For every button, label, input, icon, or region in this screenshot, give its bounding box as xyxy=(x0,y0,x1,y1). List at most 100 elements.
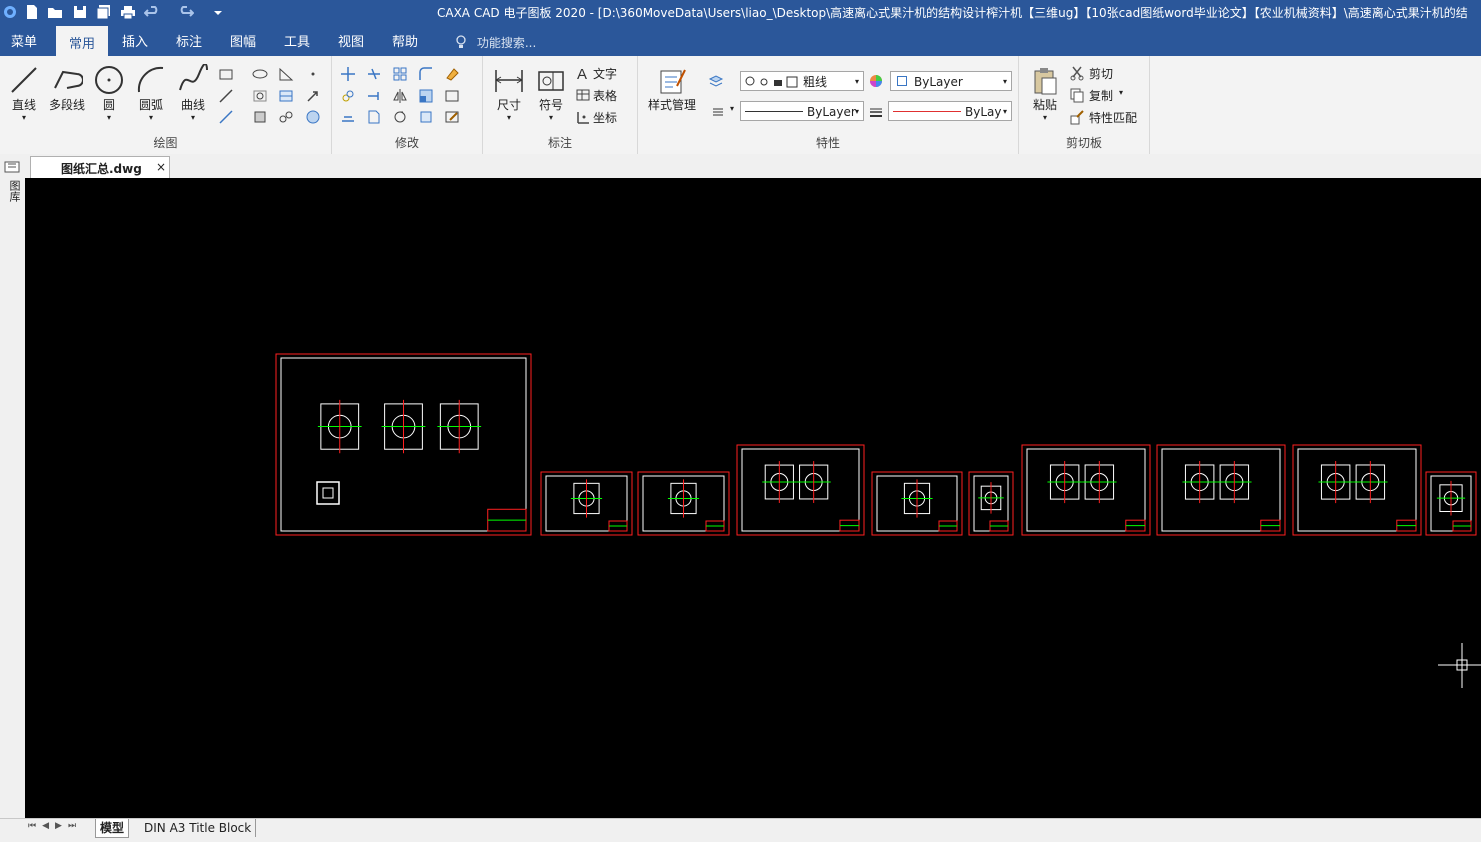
eraser-icon[interactable] xyxy=(444,66,460,82)
ribbon: 直线 ▾ 多段线 圆 ▾ 圆弧 ▾ 曲线 ▾ 绘图 修改 尺寸 ▾ 符号 ▾ A… xyxy=(0,56,1481,155)
image-icon[interactable] xyxy=(305,109,321,125)
edit-icon[interactable] xyxy=(444,109,460,125)
cut-label[interactable]: 剪切 xyxy=(1089,65,1113,82)
polyline-button[interactable]: 多段线 xyxy=(46,64,88,113)
match-properties-label[interactable]: 特性匹配 xyxy=(1089,109,1137,126)
lineweight-icon[interactable] xyxy=(868,104,884,120)
coordinate-icon[interactable] xyxy=(575,109,591,125)
linetype-manager-dropdown-icon[interactable]: ▾ xyxy=(730,104,734,113)
point-icon[interactable] xyxy=(305,66,321,82)
text-icon[interactable]: A xyxy=(575,65,591,81)
text-label[interactable]: 文字 xyxy=(593,65,617,82)
document-tab[interactable]: 图纸汇总.dwg × xyxy=(30,156,170,178)
drawing-sheets[interactable] xyxy=(275,353,1477,536)
arc-button[interactable]: 圆弧 ▾ xyxy=(132,64,170,122)
tab-insert[interactable]: 插入 xyxy=(112,26,158,56)
group-properties-label: 特性 xyxy=(815,136,840,150)
match-properties-icon[interactable] xyxy=(1069,109,1085,125)
dimension-button[interactable]: 尺寸 ▾ xyxy=(491,66,527,122)
table-icon[interactable] xyxy=(575,87,591,103)
hatch-icon[interactable] xyxy=(252,88,268,104)
rectangle-icon[interactable] xyxy=(218,66,234,82)
polygon-icon[interactable] xyxy=(278,66,294,82)
sheet-frame[interactable] xyxy=(1292,444,1422,536)
spline-dropdown-icon[interactable]: ▾ xyxy=(174,113,212,122)
dimension-dropdown-icon[interactable]: ▾ xyxy=(491,113,527,122)
scale-icon[interactable] xyxy=(418,88,434,104)
tab-tools[interactable]: 工具 xyxy=(274,26,320,56)
line-button[interactable]: 直线 ▾ xyxy=(6,64,42,122)
move-icon[interactable] xyxy=(340,66,356,82)
sheet-frame[interactable] xyxy=(1156,444,1286,536)
circle-button[interactable]: 圆 ▾ xyxy=(92,64,126,122)
lineweight-dropdown[interactable]: ByLay ▾ xyxy=(888,101,1012,121)
copy-icon[interactable] xyxy=(1069,87,1085,103)
table-label[interactable]: 表格 xyxy=(593,87,617,104)
layout-tab-model[interactable]: 模型 xyxy=(95,819,130,838)
close-icon[interactable]: × xyxy=(156,160,166,174)
coordinate-label[interactable]: 坐标 xyxy=(593,109,617,126)
layout-tab-din-a3[interactable]: DIN A3 Title Block xyxy=(140,819,257,837)
copy-label[interactable]: 复制 xyxy=(1089,87,1113,104)
stretch-icon[interactable] xyxy=(444,88,460,104)
trim-icon[interactable] xyxy=(366,66,382,82)
cloud-icon[interactable] xyxy=(278,109,294,125)
drawing-area[interactable] xyxy=(25,178,1481,818)
menu-main[interactable]: 菜单 xyxy=(0,26,48,56)
layer-dropdown[interactable]: 粗线 ▾ xyxy=(740,71,864,91)
tab-view[interactable]: 视图 xyxy=(328,26,374,56)
new-file-icon[interactable] xyxy=(24,4,40,20)
linetype-manager-icon[interactable] xyxy=(710,104,726,120)
tab-help[interactable]: 帮助 xyxy=(382,26,428,56)
symbol-button[interactable]: 符号 ▾ xyxy=(533,66,569,122)
style-manager-button[interactable]: 样式管理 xyxy=(644,66,700,113)
linetype-dropdown[interactable]: ByLayer ▾ xyxy=(740,101,864,121)
save-icon[interactable] xyxy=(72,4,88,20)
offset-icon[interactable] xyxy=(340,109,356,125)
break-icon[interactable] xyxy=(366,109,382,125)
gallery-toggle-icon[interactable] xyxy=(4,160,20,174)
gallery-panel-label[interactable]: 图库 xyxy=(6,180,21,202)
print-icon[interactable] xyxy=(120,4,136,20)
layout-nav-arrows[interactable]: ⏮◀▶⏭ xyxy=(28,821,82,831)
copy-dropdown-icon[interactable]: ▾ xyxy=(1119,88,1123,97)
layer-manager-icon[interactable] xyxy=(708,73,724,89)
style-manager-icon xyxy=(660,69,686,94)
cut-icon[interactable] xyxy=(1069,65,1085,81)
circle-dropdown-icon[interactable]: ▾ xyxy=(92,113,126,122)
ellipse-icon[interactable] xyxy=(252,66,268,82)
line-dropdown-icon[interactable]: ▾ xyxy=(6,113,42,122)
fillet-icon[interactable] xyxy=(418,66,434,82)
array-icon[interactable] xyxy=(392,66,408,82)
paste-dropdown-icon[interactable]: ▾ xyxy=(1027,113,1063,122)
arrow-icon[interactable] xyxy=(305,88,321,104)
color-wheel-icon[interactable] xyxy=(868,73,884,89)
spline-button[interactable]: 曲线 ▾ xyxy=(174,64,212,122)
tab-sheet[interactable]: 图幅 xyxy=(220,26,266,56)
open-folder-icon[interactable] xyxy=(47,4,63,20)
color-dropdown[interactable]: ByLayer ▾ xyxy=(890,71,1012,91)
centerline-icon[interactable] xyxy=(218,88,234,104)
copy-object-icon[interactable] xyxy=(340,88,356,104)
sheet-frame[interactable] xyxy=(1021,444,1151,536)
sheet-frame[interactable] xyxy=(736,444,865,536)
block-icon[interactable] xyxy=(252,109,268,125)
table-draw-icon[interactable] xyxy=(278,88,294,104)
paste-button[interactable]: 粘贴 ▾ xyxy=(1027,66,1063,122)
rotate-icon[interactable] xyxy=(392,109,408,125)
extend-icon[interactable] xyxy=(366,88,382,104)
app-icon[interactable] xyxy=(2,4,18,20)
symbol-dropdown-icon[interactable]: ▾ xyxy=(533,113,569,122)
save-all-icon[interactable] xyxy=(96,4,112,20)
offset-line-icon[interactable] xyxy=(218,109,234,125)
redo-icon[interactable] xyxy=(178,4,194,20)
tab-annotate[interactable]: 标注 xyxy=(166,26,212,56)
tab-common[interactable]: 常用 xyxy=(56,26,108,56)
mirror-icon[interactable] xyxy=(392,88,408,104)
arc-dropdown-icon[interactable]: ▾ xyxy=(132,113,170,122)
drawing-canvas[interactable] xyxy=(25,178,1481,818)
function-search[interactable]: 功能搜索... xyxy=(455,34,536,51)
explode-icon[interactable] xyxy=(418,109,434,125)
customize-toolbar-icon[interactable] xyxy=(210,4,226,20)
undo-icon[interactable] xyxy=(144,4,160,20)
